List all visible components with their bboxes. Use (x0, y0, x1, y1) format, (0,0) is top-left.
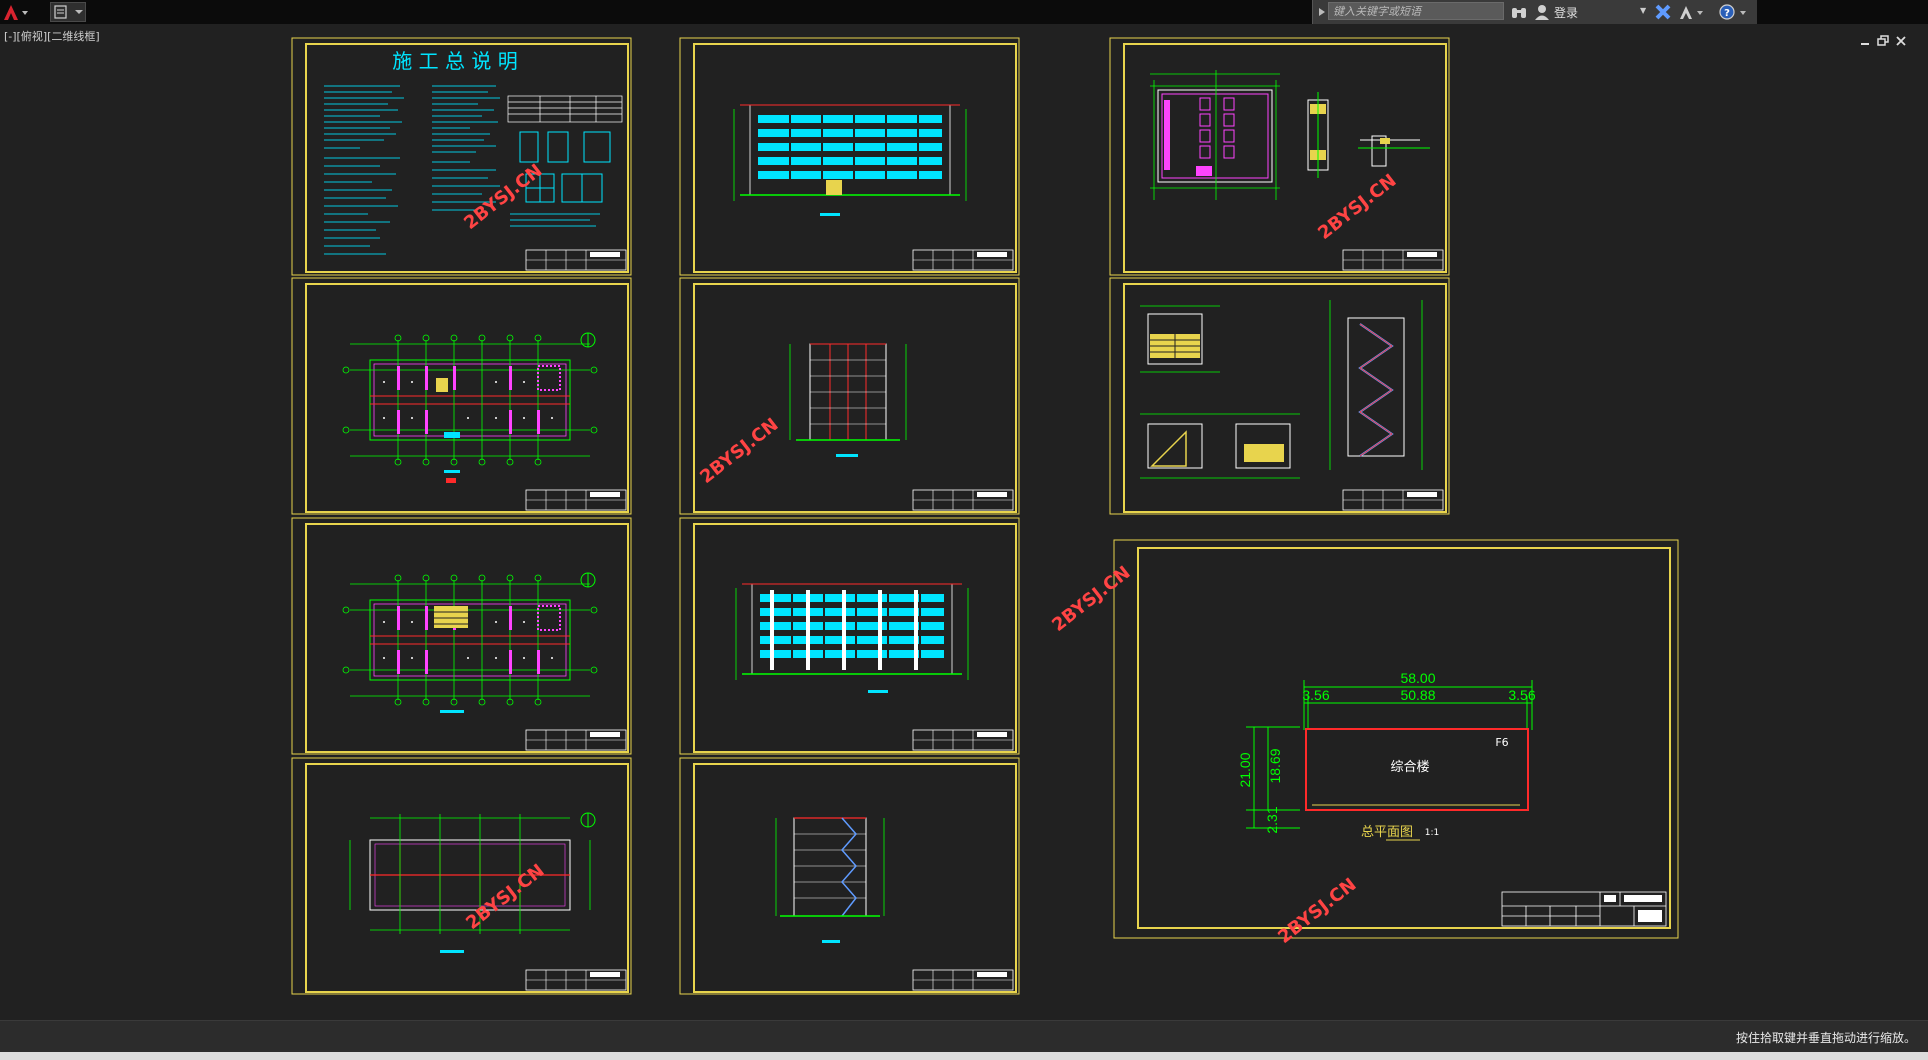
site-plan-caption: 总平面图 (1361, 825, 1413, 840)
dim-bottom-offset: 2.31 (1264, 806, 1280, 833)
watermark: 2BYSJ.CN (1274, 874, 1360, 948)
sheet-side-elevation (679, 277, 1020, 515)
document-edit-icon (54, 5, 83, 19)
binoculars-icon[interactable] (1510, 3, 1528, 21)
sheet-section (679, 757, 1020, 995)
dim-inner-width: 50.88 (1400, 687, 1435, 703)
expand-arrow-icon[interactable] (1316, 4, 1328, 20)
status-message: 按住拾取键并垂直拖动进行缩放。 (1735, 1031, 1916, 1045)
sheet-roof-plan (291, 757, 632, 995)
help-icon[interactable]: ? (1718, 3, 1748, 21)
sheet-north-elevation (679, 517, 1020, 755)
watermark: 2BYSJ.CN (460, 160, 546, 234)
autocad-logo-icon (4, 5, 28, 20)
sheet-south-elevation (679, 37, 1020, 276)
building-name: 综合楼 (1390, 760, 1429, 775)
exchange-apps-icon[interactable] (1654, 3, 1672, 21)
a360-icon[interactable] (1678, 3, 1704, 21)
dim-left-offset: 3.56 (1302, 687, 1329, 703)
quick-access-toolbar-button[interactable] (50, 2, 86, 22)
user-icon (1534, 3, 1550, 21)
dim-inner-depth: 18.69 (1267, 748, 1283, 783)
site-plan-scale: 1:1 (1425, 828, 1439, 838)
dim-total-depth: 21.00 (1237, 752, 1253, 787)
watermark: 2BYSJ.CN (462, 860, 548, 934)
sheet-standard-floor-plan (291, 517, 632, 755)
watermark: 2BYSJ.CN (1314, 170, 1400, 244)
dim-total-width: 58.00 (1400, 670, 1435, 686)
title-bar: 登录 ▼ ? (0, 0, 1928, 24)
watermark: 2BYSJ.CN (1048, 562, 1134, 636)
sheet-general-notes: 施 工 总 说 明 (291, 37, 632, 276)
status-bar: 按住拾取键并垂直拖动进行缩放。 (0, 1020, 1928, 1053)
sheet-site-plan: 58.00 50.88 3.56 3.56 21.00 18.69 2.31 综… (1113, 539, 1679, 939)
bottom-strip (0, 1052, 1928, 1060)
drawing-canvas[interactable]: 施 工 总 说 明 58.00 50.88 3.56 3.56 21.00 18… (0, 24, 1928, 1020)
dim-right-offset: 3.56 (1508, 687, 1535, 703)
application-menu-button[interactable] (2, 2, 30, 22)
sign-in-label[interactable]: 登录 (1554, 4, 1578, 21)
sheet-toilet-detail (1109, 37, 1450, 276)
watermark: 2BYSJ.CN (696, 414, 782, 488)
sheet-stair-detail (1109, 277, 1450, 515)
floor-count: F6 (1495, 736, 1508, 749)
search-input[interactable] (1328, 2, 1504, 20)
svg-text:?: ? (1724, 8, 1730, 19)
sheet-first-floor-plan (291, 277, 632, 515)
sheet-title: 施 工 总 说 明 (392, 49, 517, 73)
chevron-down-icon[interactable]: ▼ (1640, 6, 1646, 15)
